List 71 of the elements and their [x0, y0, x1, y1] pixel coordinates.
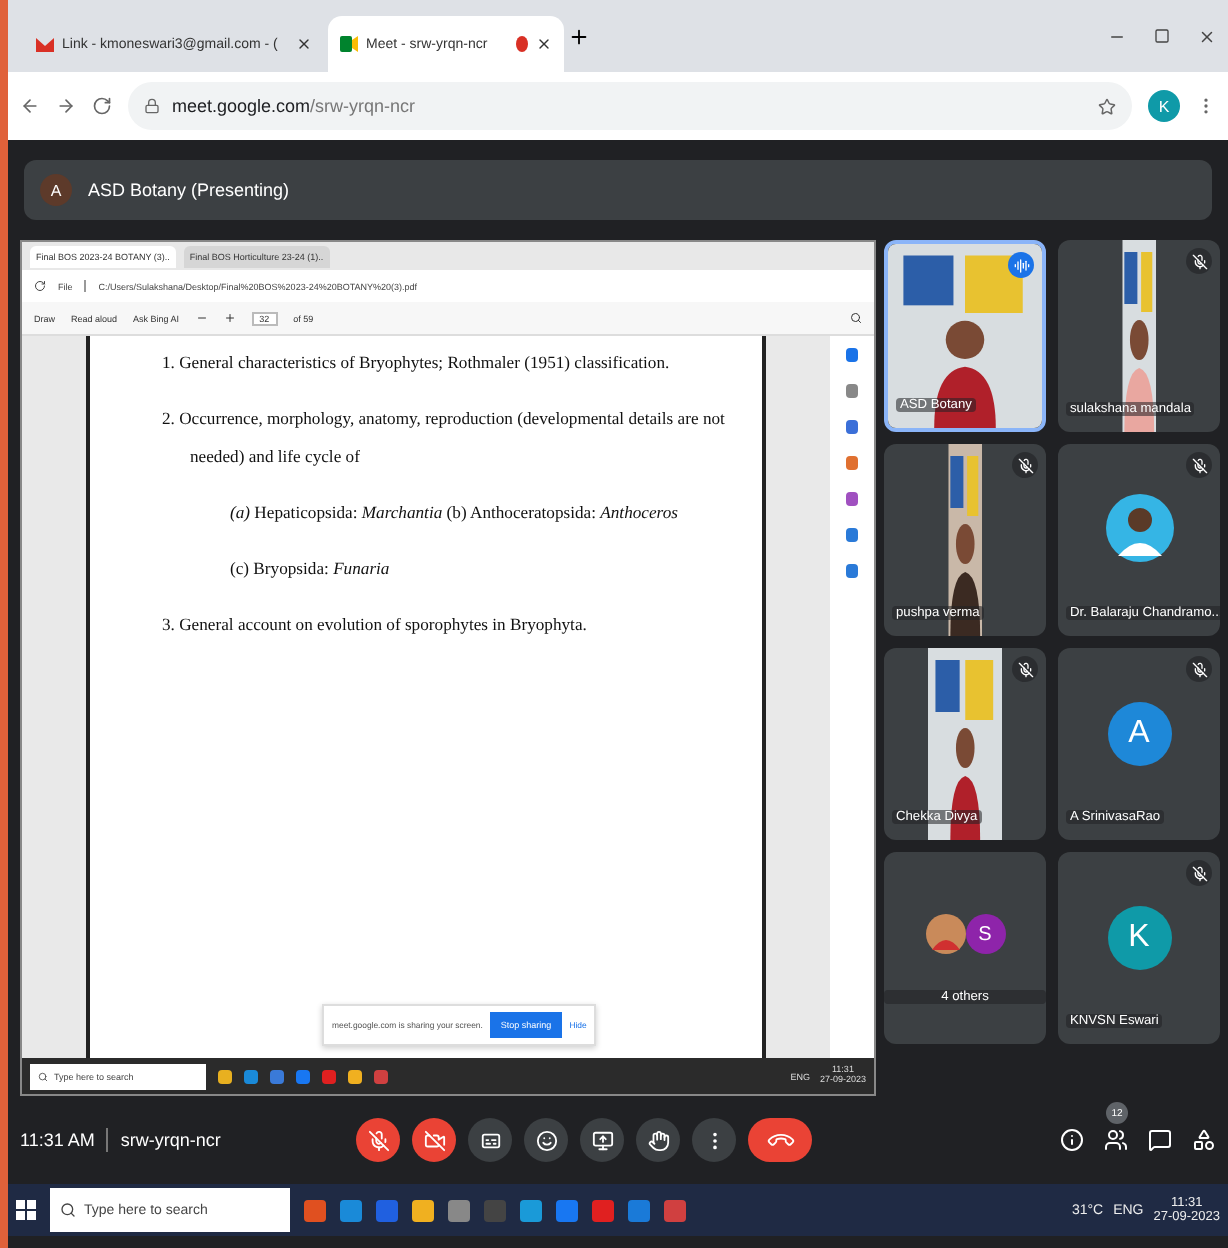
monitor-icon — [591, 1129, 614, 1151]
presenter-label: ASD Botany (Presenting) — [88, 180, 290, 200]
activities-button[interactable] — [1192, 1128, 1216, 1152]
app-icon — [846, 348, 858, 362]
zoom-out-icon — [195, 312, 208, 324]
captions-icon — [479, 1129, 502, 1151]
app-icon — [846, 564, 858, 578]
document-text: 3. General account on evolution of sporophytes in Bryophyta. — [160, 612, 589, 638]
mic-off-icon — [367, 1129, 390, 1151]
maximize-icon[interactable] — [1154, 27, 1170, 43]
close-icon[interactable] — [1198, 27, 1216, 45]
app-icon[interactable] — [304, 1199, 326, 1221]
chat-button[interactable] — [1148, 1128, 1172, 1152]
search-icon — [38, 1071, 48, 1081]
new-tab-icon[interactable] — [568, 25, 590, 47]
app-icon — [846, 384, 858, 398]
meeting-code: srw-yrqn-ncr — [120, 1130, 221, 1150]
app-icon[interactable] — [448, 1199, 470, 1221]
app-icon — [846, 528, 858, 542]
avatar-photo — [1105, 494, 1173, 562]
meeting-time: 11:31 AM — [20, 1130, 95, 1150]
info-icon — [1060, 1128, 1084, 1152]
mic-button[interactable] — [356, 1118, 401, 1162]
app-icon[interactable] — [664, 1199, 686, 1221]
close-icon[interactable] — [296, 36, 312, 52]
document-text: (a) Hepaticopsida: Marchantia (b) Anthoceratopsida: Anthoceros — [228, 500, 680, 526]
avatar: S — [965, 914, 1005, 954]
camera-button[interactable] — [412, 1118, 457, 1162]
search-icon — [850, 312, 862, 324]
hang-up-button[interactable] — [748, 1118, 813, 1162]
more-button[interactable] — [692, 1118, 737, 1162]
shapes-icon — [1192, 1128, 1216, 1152]
hand-icon — [647, 1129, 670, 1151]
windows-icon[interactable] — [16, 1200, 36, 1220]
avatar: K — [1107, 906, 1171, 970]
back-icon[interactable] — [20, 96, 40, 116]
present-button[interactable] — [580, 1118, 625, 1162]
app-icon[interactable] — [520, 1199, 542, 1221]
close-icon[interactable] — [536, 36, 552, 52]
people-icon — [1104, 1128, 1128, 1152]
captions-button[interactable] — [468, 1118, 513, 1162]
star-icon[interactable] — [1098, 97, 1116, 115]
document-text: 1. General characteristics of Bryophytes; Rothmaler (1951) classification. — [160, 350, 672, 376]
forward-icon[interactable] — [56, 96, 76, 116]
people-button[interactable] — [1104, 1128, 1128, 1152]
camera-off-icon — [423, 1129, 446, 1151]
raise-hand-button[interactable] — [636, 1118, 681, 1162]
app-icon[interactable] — [556, 1199, 578, 1221]
app-icon — [846, 456, 858, 470]
smiley-icon — [535, 1129, 558, 1151]
document-text: (c) Bryopsida: Funaria — [228, 556, 392, 582]
app-icon[interactable] — [412, 1199, 434, 1221]
avatar: A — [40, 174, 72, 206]
app-icon — [846, 420, 858, 434]
document-text: 2. Occurrence, morphology, anatomy, reproduction (developmental details are not needed) and life cycle of — [160, 406, 727, 470]
app-icon — [846, 492, 858, 506]
avatar-photo — [925, 914, 965, 954]
chat-icon — [1148, 1128, 1172, 1152]
avatar: A — [1107, 702, 1171, 766]
info-button[interactable] — [1060, 1128, 1084, 1152]
app-icon[interactable] — [340, 1199, 362, 1221]
camera-icon — [340, 36, 358, 52]
search-icon — [60, 1202, 76, 1218]
emoji-button[interactable] — [524, 1118, 569, 1162]
mail-icon — [36, 37, 54, 51]
lock-icon — [144, 98, 160, 114]
app-icon[interactable] — [628, 1199, 650, 1221]
address-bar[interactable]: meet.google.com/srw-yrqn-ncr — [128, 82, 1132, 130]
reload-icon[interactable] — [92, 96, 112, 116]
zoom-in-icon — [223, 312, 236, 324]
reload-icon — [34, 280, 46, 292]
